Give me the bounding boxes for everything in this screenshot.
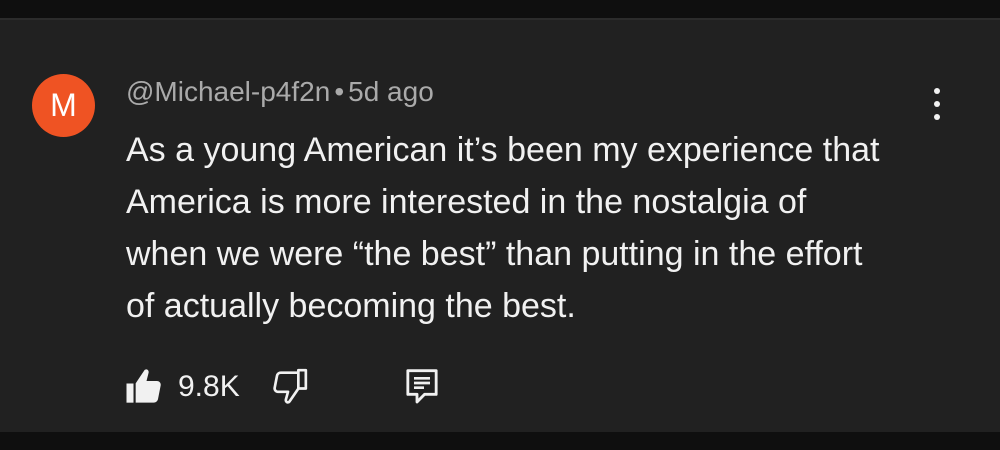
dislike-button[interactable] — [270, 366, 314, 406]
avatar-initial: M — [50, 87, 77, 123]
comment-meta: @Michael-p4f2n • 5d ago — [126, 76, 434, 108]
meta-separator: • — [334, 76, 345, 107]
thumb-up-icon — [126, 369, 161, 403]
comment-timestamp[interactable]: 5d ago — [348, 76, 434, 107]
avatar[interactable]: M — [32, 74, 95, 137]
top-separator-band — [0, 0, 1000, 18]
like-button[interactable] — [124, 366, 168, 406]
comment-text: As a young American it’s been my experie… — [126, 124, 946, 332]
thumb-down-icon — [273, 368, 308, 404]
comment-actions: 9.8K — [124, 364, 454, 408]
comment-reply-icon — [406, 369, 438, 404]
comment-text-line: As a young American it’s been my experie… — [126, 131, 880, 169]
comment-text-line: of actually becoming the best. — [126, 287, 576, 325]
bottom-separator-band — [0, 432, 1000, 450]
reply-button[interactable] — [402, 366, 446, 406]
comment-panel: M @Michael-p4f2n • 5d ago As a young Ameri… — [0, 18, 1000, 432]
comment-author[interactable]: @Michael-p4f2n — [126, 76, 330, 107]
comment-text-line: America is more interested in the nostal… — [126, 183, 807, 221]
like-count: 9.8K — [178, 370, 240, 403]
comment-text-line: when we were “the best” than putting in … — [126, 235, 863, 273]
more-vert-icon[interactable] — [922, 84, 952, 124]
